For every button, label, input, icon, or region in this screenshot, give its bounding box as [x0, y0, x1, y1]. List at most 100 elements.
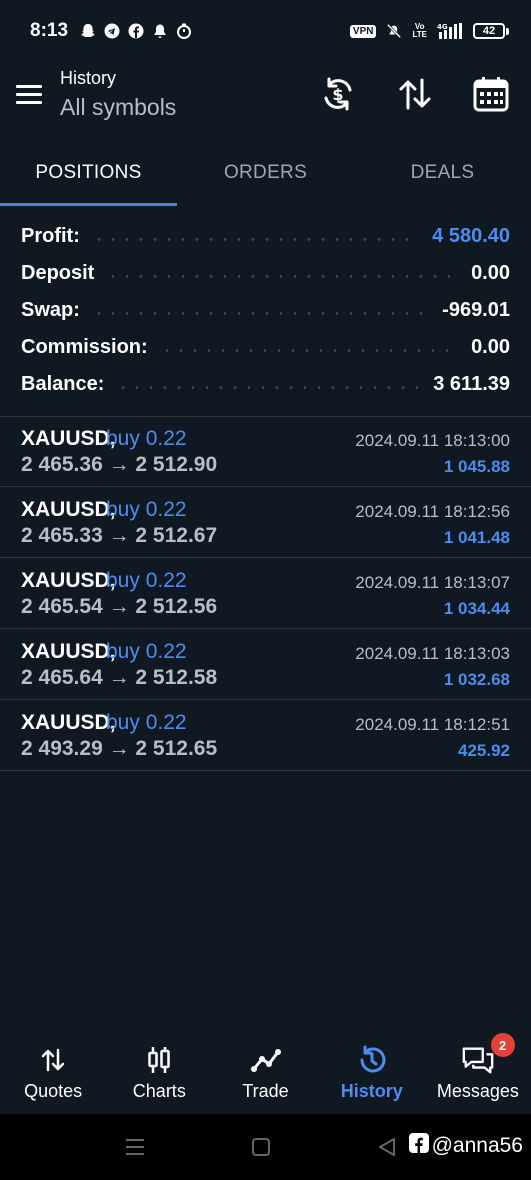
battery-indicator: 42	[473, 23, 509, 39]
dotted-leader	[91, 312, 431, 315]
vpn-badge: VPN	[349, 24, 377, 38]
tab-orders[interactable]: ORDERS	[177, 140, 354, 206]
history-tabs: POSITIONS ORDERS DEALS	[0, 140, 531, 206]
watermark: @anna56	[408, 1133, 523, 1158]
nav-label: History	[340, 1080, 403, 1101]
notification-icons	[80, 23, 192, 39]
summary-label: Swap:	[21, 299, 80, 321]
summary-value: 0.00	[471, 336, 510, 358]
home-icon[interactable]	[246, 1132, 276, 1162]
deal-profit: 1 041.48	[443, 528, 510, 547]
telegram-icon	[104, 23, 120, 39]
deal-prices: 2 465.64 → 2 512.58	[21, 666, 218, 689]
symbol-filter[interactable]: All symbols	[60, 94, 176, 121]
deal-prices: 2 465.36 → 2 512.90	[21, 453, 218, 476]
bell-icon	[152, 23, 168, 39]
deal-side: buy 0.22	[106, 427, 187, 450]
summary-row-swap: Swap: -969.01	[0, 292, 531, 329]
candlestick-icon	[142, 1043, 176, 1077]
list-item[interactable]: XAUUSD, buy 0.22 2 465.54 → 2 512.56 202…	[0, 558, 531, 629]
deal-symbol: XAUUSD,	[21, 569, 116, 592]
summary-value: 4 580.40	[432, 225, 510, 247]
hamburger-menu-icon[interactable]	[14, 82, 44, 106]
summary-row-deposit: Deposit 0.00	[0, 255, 531, 292]
battery-level: 42	[473, 23, 505, 39]
deal-profit: 1 032.68	[443, 670, 510, 689]
summary-row-balance: Balance: 3 611.39	[0, 366, 531, 403]
system-indicators: VPN Vo LTE 4G 42	[349, 22, 509, 39]
account-summary: Profit: 4 580.40 Deposit 0.00 Swap: -969…	[0, 218, 531, 403]
deal-time: 2024.09.11 18:12:51	[355, 715, 510, 734]
deal-prices: 2 465.33 → 2 512.67	[21, 524, 218, 547]
nav-label: Trade	[242, 1080, 289, 1101]
deal-time: 2024.09.11 18:13:03	[355, 644, 510, 663]
nav-item-messages[interactable]: 2 Messages	[425, 1030, 531, 1114]
list-item[interactable]: XAUUSD, buy 0.22 2 465.33 → 2 512.67 202…	[0, 487, 531, 558]
list-item[interactable]: XAUUSD, buy 0.22 2 493.29 → 2 512.65 202…	[0, 700, 531, 771]
mute-icon	[386, 23, 402, 39]
summary-value: 0.00	[471, 262, 510, 284]
deal-side: buy 0.22	[106, 498, 187, 521]
deal-prices: 2 493.29 → 2 512.65	[21, 737, 218, 760]
currency-refresh-icon[interactable]: $	[318, 72, 358, 116]
list-item[interactable]: XAUUSD, buy 0.22 2 465.36 → 2 512.90 202…	[0, 416, 531, 487]
back-icon[interactable]	[372, 1132, 402, 1162]
nav-item-quotes[interactable]: Quotes	[0, 1030, 106, 1114]
nav-item-charts[interactable]: Charts	[106, 1030, 212, 1114]
tab-positions[interactable]: POSITIONS	[0, 140, 177, 206]
status-time: 8:13	[30, 20, 69, 41]
list-item[interactable]: XAUUSD, buy 0.22 2 465.64 → 2 512.58 202…	[0, 629, 531, 700]
summary-label: Profit:	[21, 225, 80, 247]
nav-item-trade[interactable]: Trade	[212, 1030, 318, 1114]
snapchat-icon	[80, 23, 96, 39]
timer-icon	[176, 23, 192, 39]
deal-time: 2024.09.11 18:13:07	[355, 573, 510, 592]
deal-symbol: XAUUSD,	[21, 427, 116, 450]
deal-profit: 1 045.88	[443, 457, 510, 476]
deal-side: buy 0.22	[106, 711, 187, 734]
signal-icon: 4G	[437, 23, 463, 39]
positions-list: XAUUSD, buy 0.22 2 465.36 → 2 512.90 202…	[0, 416, 531, 771]
volte-indicator: Vo LTE	[412, 22, 427, 39]
sort-icon[interactable]	[395, 72, 435, 116]
watermark-text: @anna56	[431, 1133, 523, 1157]
deal-profit: 1 034.44	[443, 599, 510, 618]
dotted-leader	[159, 349, 460, 352]
deal-prices: 2 465.54 → 2 512.56	[21, 595, 218, 618]
messages-icon	[461, 1043, 495, 1077]
summary-row-profit: Profit: 4 580.40	[0, 218, 531, 255]
facebook-logo-icon	[408, 1133, 429, 1158]
app-header: History All symbols $	[0, 62, 531, 132]
trade-line-icon	[249, 1043, 283, 1077]
deal-symbol: XAUUSD,	[21, 711, 116, 734]
bottom-navigation: Quotes Charts Trade History 2 Messages	[0, 1030, 531, 1114]
deal-symbol: XAUUSD,	[21, 498, 116, 521]
summary-row-commission: Commission: 0.00	[0, 329, 531, 366]
deal-side: buy 0.22	[106, 569, 187, 592]
dotted-leader	[91, 238, 421, 241]
facebook-icon	[128, 23, 144, 39]
svg-text:4G: 4G	[437, 23, 448, 31]
nav-label: Charts	[132, 1080, 186, 1101]
system-navigation-bar: @anna56	[0, 1114, 531, 1180]
nav-item-history[interactable]: History	[319, 1030, 425, 1114]
deal-time: 2024.09.11 18:12:56	[355, 502, 510, 521]
deal-side: buy 0.22	[106, 640, 187, 663]
page-title: History	[60, 68, 117, 88]
summary-label: Balance:	[21, 373, 105, 395]
summary-value: 3 611.39	[433, 373, 510, 395]
tab-deals[interactable]: DEALS	[354, 140, 531, 206]
dotted-leader	[106, 275, 460, 278]
deal-symbol: XAUUSD,	[21, 640, 116, 663]
recent-apps-icon[interactable]	[120, 1132, 150, 1162]
svg-text:$: $	[332, 85, 343, 104]
quotes-icon	[36, 1043, 70, 1077]
unread-badge: 2	[490, 1033, 515, 1057]
history-icon	[355, 1043, 389, 1077]
status-bar: 8:13 VPN Vo LTE 4G 42	[0, 0, 531, 62]
nav-label: Quotes	[24, 1080, 83, 1101]
calendar-icon[interactable]	[471, 72, 511, 116]
summary-value: -969.01	[442, 299, 510, 321]
deal-profit: 425.92	[458, 741, 510, 760]
summary-label: Commission:	[21, 336, 148, 358]
